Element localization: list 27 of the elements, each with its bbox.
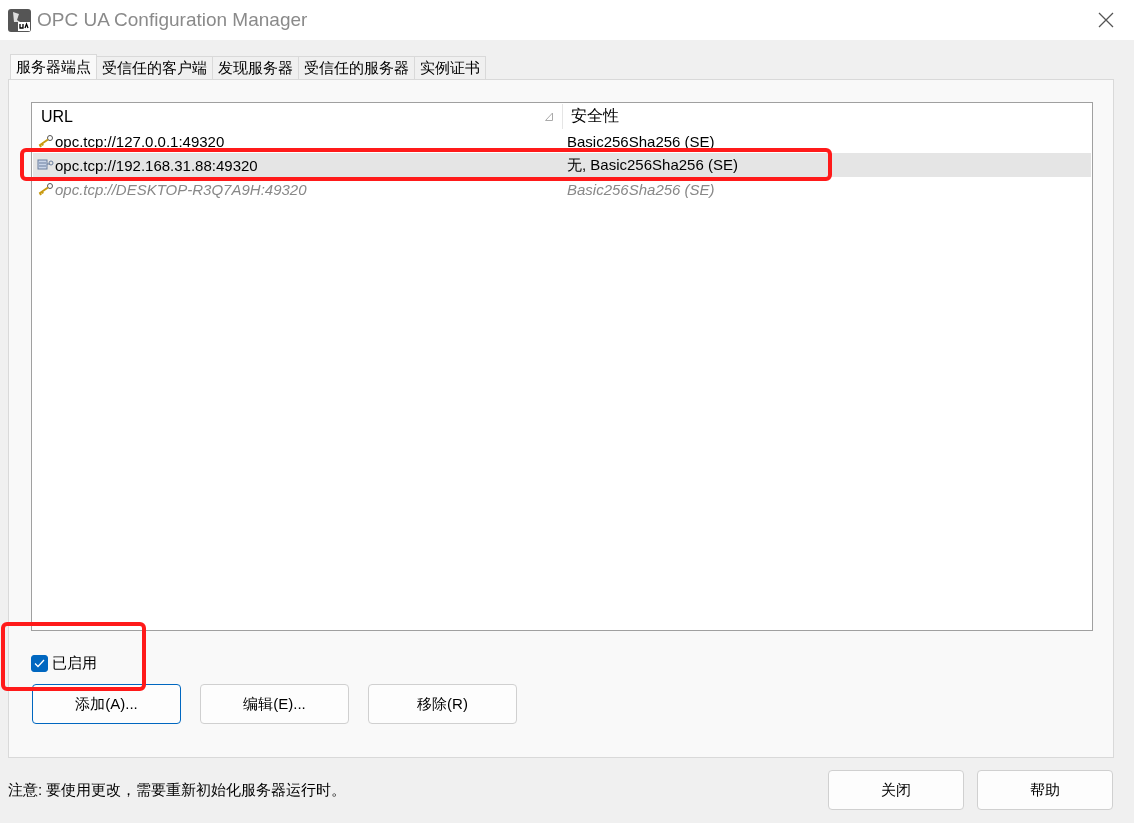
url-text: opc.tcp://127.0.0.1:49320 xyxy=(55,132,225,150)
window-title: OPC UA Configuration Manager xyxy=(37,9,309,31)
key-icon xyxy=(37,182,54,196)
checkbox-label: 已启用 xyxy=(52,653,97,673)
endpoint-row[interactable]: opc.tcp://127.0.0.1:49320 Basic256Sha256 (SE) xyxy=(33,129,1091,153)
network-key-icon xyxy=(37,158,54,172)
app-logo-icon xyxy=(8,8,31,32)
url-text: opc.tcp://192.168.31.88:49320 xyxy=(55,156,258,174)
action-button[interactable]: 移除(R) xyxy=(368,684,517,724)
note-text: 注意: 要使用更改，需要重新初始化服务器运行时。 xyxy=(7,780,348,800)
sort-icon xyxy=(545,112,554,121)
endpoint-row[interactable]: opc.tcp://192.168.31.88:49320 无, Basic256Sha256 (SE) xyxy=(33,153,1091,177)
dialog-button[interactable]: 关闭 xyxy=(828,770,964,810)
tab[interactable]: 服务器端点 xyxy=(10,54,97,79)
checkbox[interactable] xyxy=(31,654,48,672)
dialog-button[interactable]: 帮助 xyxy=(977,770,1113,810)
security-text: Basic256Sha256 (SE) xyxy=(567,180,715,198)
action-button[interactable]: 添加(A)... xyxy=(32,684,181,724)
tab[interactable]: 实例证书 xyxy=(414,56,486,79)
check-icon xyxy=(34,658,45,668)
security-text: Basic256Sha256 (SE) xyxy=(567,132,715,150)
column-header[interactable]: URL xyxy=(33,104,563,129)
key-icon xyxy=(37,134,54,148)
url-text: opc.tcp://DESKTOP-R3Q7A9H:49320 xyxy=(55,180,307,198)
column-header[interactable]: 安全性 xyxy=(563,104,1091,129)
action-button[interactable]: 编辑(E)... xyxy=(200,684,349,724)
security-text: 无, Basic256Sha256 (SE) xyxy=(567,155,738,175)
